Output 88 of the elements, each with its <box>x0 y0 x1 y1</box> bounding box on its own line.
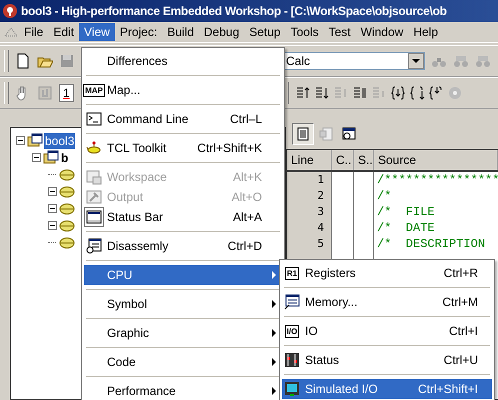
folder-icon <box>59 234 75 250</box>
project-icon <box>43 150 59 166</box>
shortcut-label: Alt+K <box>232 170 262 184</box>
menu-item[interactable]: CPU <box>84 265 282 285</box>
brace-arrow-icon[interactable] <box>390 85 406 101</box>
line-number: 2 <box>316 188 325 204</box>
folder-icon <box>59 200 75 216</box>
label-icon: MAP <box>83 84 105 96</box>
source-view-button[interactable] <box>292 123 314 145</box>
documents-icon <box>318 126 334 142</box>
menu-item[interactable]: I/O IO Ctrl+I <box>282 321 492 341</box>
menu-item[interactable]: Memory... Ctrl+M <box>282 292 492 312</box>
column-header[interactable]: S.. <box>354 150 374 170</box>
shortcut-label: Alt+O <box>232 190 262 204</box>
menu-item[interactable]: R1 Registers Ctrl+R <box>282 263 492 283</box>
code-line: /* <box>376 188 392 204</box>
lamp-icon <box>86 140 102 156</box>
line-number: 3 <box>316 204 325 220</box>
line-number: 1 <box>316 172 325 188</box>
window-icon <box>86 169 102 185</box>
menu-bar-item[interactable]: Setup <box>244 23 286 41</box>
menu-item[interactable]: MAP Map... <box>84 80 282 100</box>
label-icon: R1 <box>284 266 300 280</box>
collapse-box[interactable] <box>48 221 56 230</box>
terminal-icon <box>86 111 102 127</box>
new-document-icon[interactable] <box>15 53 31 69</box>
menu-item[interactable]: TCL Toolkit Ctrl+Shift+K <box>84 138 282 158</box>
collapse-box[interactable] <box>16 136 24 145</box>
shortcut-label: Ctrl+R <box>444 266 478 280</box>
shortcut-label: Ctrl+M <box>442 295 478 309</box>
shortcut-label: Ctrl+Shift+K <box>197 141 262 155</box>
lines-down-arrow-icon[interactable] <box>352 85 368 101</box>
lines-down-arrow-icon[interactable] <box>314 85 330 101</box>
window-magnifier-icon <box>341 126 357 142</box>
collapse-box[interactable] <box>48 187 56 196</box>
shortcut-label: Alt+A <box>232 210 262 224</box>
window-title: bool3 - High-performance Embedded Workshop - [C:\WorkSpace\objsource\ob <box>21 4 447 18</box>
tree-item[interactable]: bool3 <box>44 132 76 148</box>
code-line: /**************** <box>376 172 498 188</box>
column-header[interactable]: Line <box>287 150 332 170</box>
menu-bar-item[interactable]: Tools <box>286 23 324 41</box>
code-line: /* DATE <box>376 220 435 236</box>
line-number: 4 <box>316 220 325 236</box>
menu-bar-item[interactable]: Debug <box>198 23 244 41</box>
menu-bar-item[interactable]: Window <box>356 23 408 41</box>
menu-bar-item[interactable]: View <box>79 23 115 41</box>
folder-icon <box>59 218 75 234</box>
address-field[interactable]: 1 <box>59 84 74 102</box>
document-icon <box>295 126 311 142</box>
collapse-box[interactable] <box>32 153 40 162</box>
shortcut-label: Ctrl+D <box>228 239 262 253</box>
monitor-icon <box>284 381 300 397</box>
folder-icon <box>59 166 75 182</box>
code-line: /* FILE <box>376 204 435 220</box>
memory-window-icon <box>284 294 300 310</box>
menu-item[interactable]: Status Bar Alt+A <box>84 207 282 227</box>
column-header[interactable]: Source <box>374 150 498 170</box>
menu-bar-item[interactable]: Help <box>408 23 444 41</box>
menu-item[interactable]: Simulated I/O Ctrl+Shift+I <box>282 379 492 399</box>
column-header[interactable]: C.. <box>332 150 354 170</box>
configuration-dropdown[interactable]: Calc <box>283 52 425 70</box>
lines-up-arrow-icon[interactable] <box>294 85 311 101</box>
line-number: 5 <box>316 236 325 252</box>
sliders-icon <box>284 352 300 368</box>
brace-arrow-icon[interactable] <box>408 85 425 101</box>
shortcut-label: Ctrl+U <box>444 353 478 367</box>
shortcut-label: Ctrl–L <box>230 112 262 126</box>
menu-bar-item[interactable]: Projec: <box>114 23 162 41</box>
project-folder-icon <box>27 132 43 148</box>
app-logo-icon <box>2 3 18 19</box>
menu-item[interactable]: Status Ctrl+U <box>282 350 492 370</box>
hammer-icon <box>86 189 102 205</box>
brace-arrow-icon[interactable] <box>428 85 444 101</box>
window-icon <box>86 238 102 254</box>
menu-bar-item[interactable]: Edit <box>48 23 80 41</box>
menu-bar-item[interactable]: File <box>19 23 48 41</box>
folder-icon <box>59 184 75 200</box>
menu-bar-item[interactable]: Test <box>324 23 356 41</box>
menu-item[interactable]: Differences <box>84 51 282 71</box>
label-icon: I/O <box>284 324 300 338</box>
collapse-box[interactable] <box>48 204 56 213</box>
menu-item[interactable]: Command Line Ctrl–L <box>84 109 282 129</box>
tree-item[interactable]: b <box>60 150 70 166</box>
menu-bar-item[interactable]: Build <box>162 23 199 41</box>
shortcut-label: Ctrl+Shift+I <box>418 382 478 396</box>
code-line: /* DESCRIPTION <box>376 236 486 252</box>
shortcut-label: Ctrl+I <box>448 324 478 338</box>
menu-item[interactable]: Disassemly Ctrl+D <box>84 236 282 256</box>
